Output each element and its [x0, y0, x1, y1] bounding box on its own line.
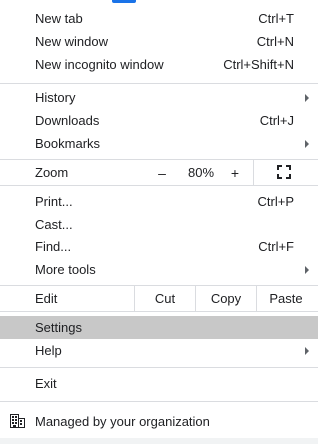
- new-tab-item[interactable]: New tab Ctrl+T: [0, 7, 318, 30]
- bookmarks-item[interactable]: Bookmarks: [0, 132, 318, 155]
- new-window-shortcut: Ctrl+N: [256, 34, 294, 49]
- chevron-right-icon: [305, 139, 309, 148]
- more-tools-label: More tools: [35, 262, 96, 277]
- zoom-out-button[interactable]: –: [155, 160, 169, 185]
- cut-button[interactable]: Cut: [135, 286, 195, 311]
- divider: [253, 160, 254, 185]
- help-item[interactable]: Help: [0, 339, 318, 362]
- browser-app-menu: New tab Ctrl+T New window Ctrl+N New inc…: [0, 0, 318, 444]
- new-tab-shortcut: Ctrl+T: [258, 11, 294, 26]
- exit-label: Exit: [35, 376, 57, 391]
- separator: [0, 83, 318, 84]
- history-item[interactable]: History: [0, 86, 318, 109]
- separator: [0, 367, 318, 368]
- building-icon: [10, 414, 25, 428]
- separator: [0, 185, 318, 186]
- fullscreen-icon[interactable]: [277, 165, 291, 179]
- zoom-row: Zoom – 80% +: [0, 160, 318, 185]
- paste-button[interactable]: Paste: [257, 286, 315, 311]
- new-incognito-window-item[interactable]: New incognito window Ctrl+Shift+N: [0, 53, 318, 76]
- downloads-shortcut: Ctrl+J: [259, 113, 294, 128]
- print-item[interactable]: Print... Ctrl+P: [0, 190, 318, 213]
- find-shortcut: Ctrl+F: [258, 239, 294, 254]
- bookmarks-label: Bookmarks: [35, 136, 101, 151]
- print-shortcut: Ctrl+P: [257, 194, 294, 209]
- copy-button[interactable]: Copy: [196, 286, 256, 311]
- cast-label: Cast...: [35, 217, 73, 232]
- settings-label: Settings: [35, 320, 82, 335]
- chevron-right-icon: [305, 93, 309, 102]
- cast-item[interactable]: Cast...: [0, 213, 318, 236]
- chevron-right-icon: [305, 346, 309, 355]
- chevron-right-icon: [305, 265, 309, 274]
- zoom-in-button[interactable]: +: [228, 160, 242, 185]
- managed-label: Managed by your organization: [35, 414, 210, 429]
- history-label: History: [35, 90, 76, 105]
- managed-by-organization-item[interactable]: Managed by your organization: [0, 408, 318, 435]
- separator: [0, 401, 318, 402]
- separator: [0, 311, 318, 312]
- exit-item[interactable]: Exit: [0, 372, 318, 395]
- new-incognito-shortcut: Ctrl+Shift+N: [223, 57, 294, 72]
- edit-label: Edit: [35, 291, 58, 306]
- zoom-label: Zoom: [35, 165, 69, 180]
- zoom-level-value: 80%: [187, 165, 215, 180]
- menu-button-indicator: [112, 0, 136, 3]
- downloads-item[interactable]: Downloads Ctrl+J: [0, 109, 318, 132]
- edit-row: Edit Cut Copy Paste: [0, 286, 318, 311]
- more-tools-item[interactable]: More tools: [0, 258, 318, 281]
- find-item[interactable]: Find... Ctrl+F: [0, 235, 318, 258]
- help-label: Help: [35, 343, 62, 358]
- settings-item[interactable]: Settings: [0, 316, 318, 339]
- menu-bottom-edge: [0, 438, 318, 444]
- new-window-item[interactable]: New window Ctrl+N: [0, 30, 318, 53]
